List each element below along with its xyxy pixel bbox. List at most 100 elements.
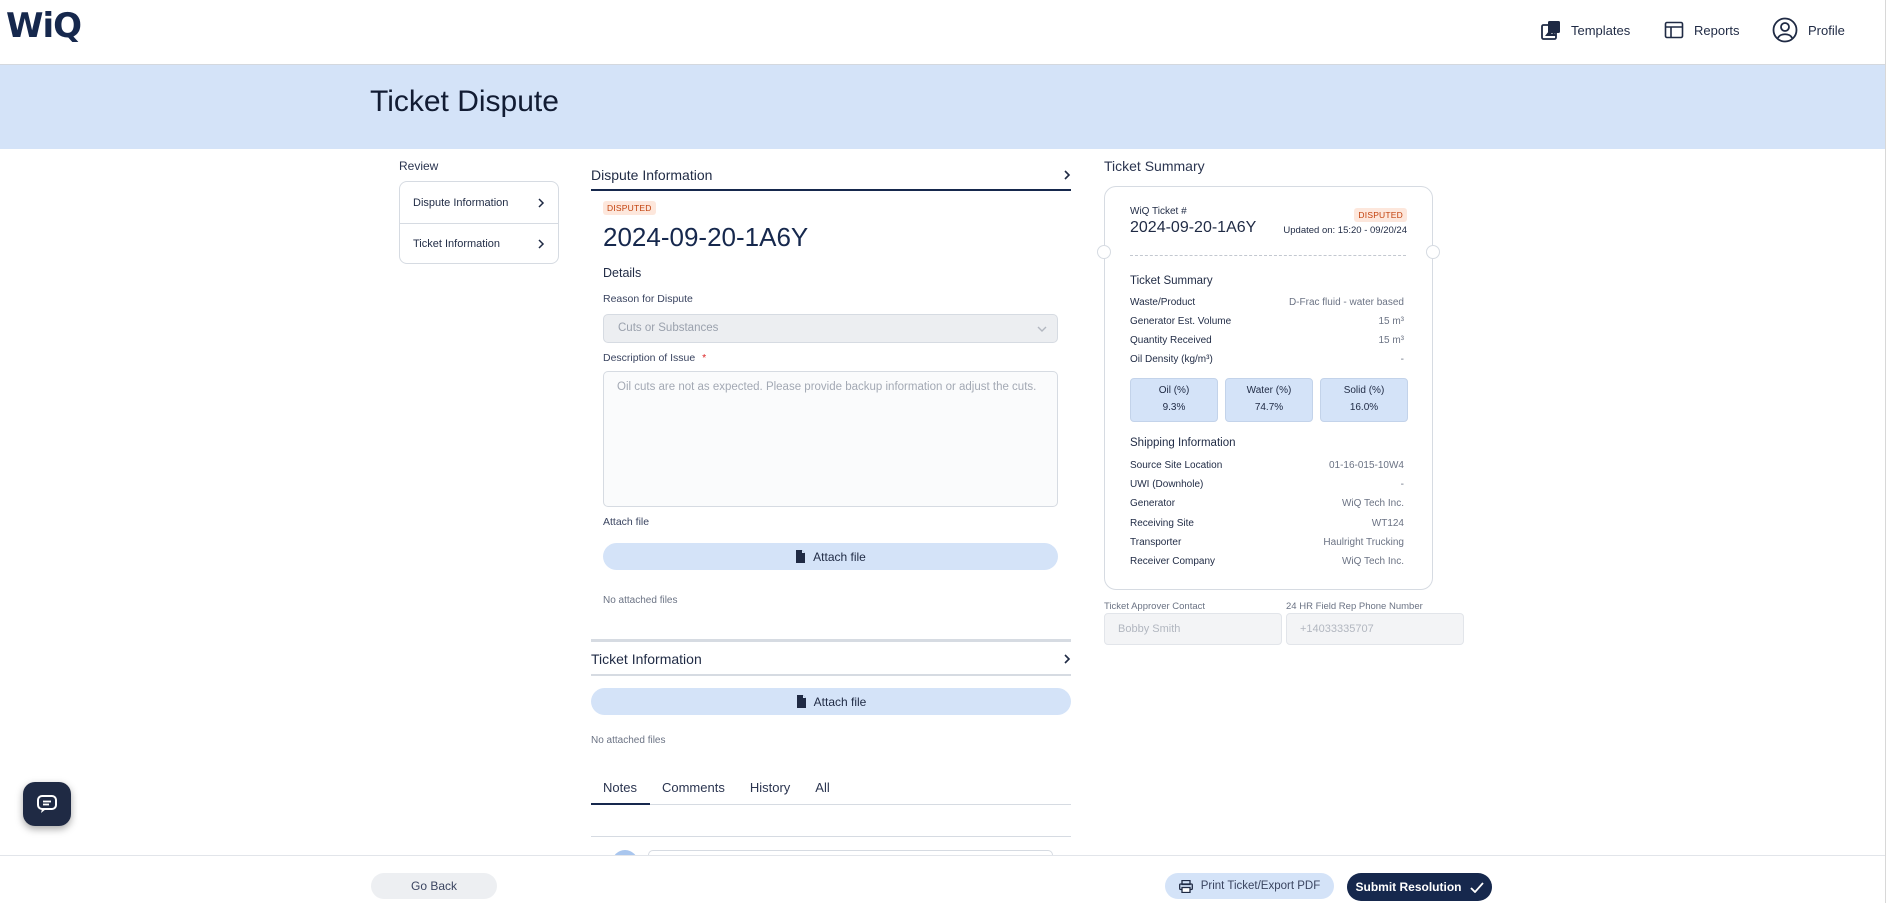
tab-history[interactable]: History — [738, 775, 803, 805]
file-icon — [796, 695, 806, 708]
dashed-divider — [1130, 255, 1406, 256]
summary-row-label: Oil Density (kg/m³) — [1130, 354, 1213, 365]
shipping-information-heading: Shipping Information — [1130, 437, 1236, 449]
go-back-button[interactable]: Go Back — [371, 873, 497, 899]
wiq-ticket-label: WiQ Ticket # — [1130, 206, 1187, 217]
section-title: Dispute Information — [591, 167, 713, 183]
tab-notes[interactable]: Notes — [591, 775, 650, 805]
shipping-row: Receiver Company WiQ Tech Inc. — [1130, 556, 1404, 567]
summary-row-label: Waste/Product — [1130, 297, 1196, 308]
details-heading: Details — [603, 266, 642, 280]
summary-row-value: 15 m³ — [1378, 335, 1404, 346]
profile-icon — [1772, 17, 1798, 43]
tab-all[interactable]: All — [803, 775, 842, 805]
top-navigation-bar: WiQ Templates Reports Profile — [0, 0, 1886, 65]
oil-cut-box: Oil (%) 9.3% — [1130, 378, 1218, 422]
shipping-row: Generator WiQ Tech Inc. — [1130, 498, 1404, 509]
chat-button[interactable] — [23, 782, 71, 826]
ticket-summary-card: WiQ Ticket # DISPUTED 2024-09-20-1A6Y Up… — [1097, 186, 1440, 590]
field-rep-phone-label: 24 HR Field Rep Phone Number — [1286, 601, 1423, 612]
field-rep-phone-field[interactable]: +14033335707 — [1286, 613, 1464, 645]
reports-icon — [1664, 21, 1684, 39]
description-label: Description of Issue * — [603, 352, 706, 364]
activity-tabs: Notes Comments History All — [591, 775, 1071, 805]
attach-file-button-label: Attach file — [813, 694, 867, 709]
no-attached-files-text: No attached files — [603, 595, 678, 606]
review-item-dispute-information[interactable]: Dispute Information — [400, 182, 558, 223]
nav-templates-link[interactable]: Templates — [1541, 17, 1630, 43]
reason-select[interactable]: Cuts or Substances — [603, 314, 1058, 343]
approver-contact-label: Ticket Approver Contact — [1104, 601, 1206, 612]
shipping-row-label: Generator — [1130, 498, 1176, 509]
summary-row-label: Generator Est. Volume — [1130, 316, 1232, 327]
attach-file-button[interactable]: Attach file — [603, 543, 1058, 570]
ticket-summary-title: Ticket Summary — [1104, 158, 1205, 174]
section-title: Ticket Information — [591, 651, 702, 667]
summary-ticket-number: 2024-09-20-1A6Y — [1130, 219, 1257, 236]
shipping-row-value: 01-16-015-10W4 — [1328, 460, 1404, 471]
status-badge: DISPUTED — [1354, 208, 1407, 222]
summary-row: Waste/Product D-Frac fluid - water based — [1130, 297, 1404, 308]
card-notch — [1426, 245, 1440, 259]
summary-row: Oil Density (kg/m³) - — [1130, 354, 1404, 365]
review-item-label: Dispute Information — [413, 196, 509, 209]
review-item-ticket-information[interactable]: Ticket Information — [400, 223, 558, 264]
printer-icon — [1178, 879, 1193, 893]
review-label: Review — [399, 159, 439, 173]
ticket-summary-heading: Ticket Summary — [1130, 275, 1213, 287]
shipping-row-label: Transporter — [1130, 537, 1182, 548]
ticket-information-header[interactable]: Ticket Information — [591, 644, 1071, 676]
file-icon — [796, 550, 806, 563]
shipping-row-label: Source Site Location — [1130, 460, 1223, 471]
shipping-row: Transporter Haulright Trucking — [1130, 537, 1404, 548]
shipping-row-label: Receiver Company — [1130, 556, 1216, 567]
nav-profile-label: Profile — [1808, 22, 1845, 38]
reason-label: Reason for Dispute — [603, 293, 693, 305]
nav-reports-link[interactable]: Reports — [1664, 17, 1740, 43]
shipping-row-value: Haulright Trucking — [1323, 537, 1404, 548]
dispute-status-badge-wrap: DISPUTED — [603, 198, 656, 216]
shipping-row-label: Receiving Site — [1130, 518, 1194, 529]
cut-value: 74.7% — [1254, 402, 1284, 413]
section-divider — [591, 639, 1071, 642]
page-title: Ticket Dispute — [370, 85, 559, 118]
tab-comments[interactable]: Comments — [650, 775, 738, 805]
summary-row-label: Quantity Received — [1130, 335, 1212, 346]
wiq-logo[interactable]: WiQ — [6, 6, 82, 46]
attach-file-button-label: Attach file — [813, 549, 866, 564]
cut-label: Water (%) — [1246, 385, 1292, 396]
submit-resolution-label: Submit Resolution — [1355, 880, 1462, 894]
shipping-row: UWI (Downhole) - — [1130, 479, 1404, 490]
review-item-label: Ticket Information — [413, 238, 501, 250]
approver-contact-field[interactable]: Bobby Smith — [1104, 613, 1282, 645]
shipping-row-value: - — [1400, 479, 1404, 490]
ticket-number: 2024-09-20-1A6Y — [603, 222, 809, 252]
chevron-right-icon — [538, 197, 545, 208]
print-ticket-button[interactable]: Print Ticket/Export PDF — [1165, 873, 1334, 899]
status-badge: DISPUTED — [603, 201, 656, 215]
chevron-right-icon — [1064, 170, 1071, 180]
cut-label: Solid (%) — [1343, 385, 1385, 396]
water-cut-box: Water (%) 74.7% — [1225, 378, 1313, 422]
ticket-attach-file-button[interactable]: Attach file — [591, 688, 1071, 715]
attach-file-label: Attach file — [603, 516, 650, 528]
page-header-banner: Ticket Dispute — [0, 65, 1886, 149]
cut-value: 9.3% — [1162, 402, 1186, 413]
description-textarea[interactable]: Oil cuts are not as expected. Please pro… — [603, 371, 1058, 507]
templates-icon — [1541, 21, 1560, 40]
dispute-information-header[interactable]: Dispute Information — [591, 161, 1071, 191]
required-mark: * — [702, 352, 707, 364]
cut-value: 16.0% — [1349, 402, 1379, 413]
chevron-down-icon — [1037, 326, 1047, 332]
submit-resolution-button[interactable]: Submit Resolution — [1347, 873, 1492, 901]
summary-row: Quantity Received 15 m³ — [1130, 335, 1404, 346]
nav-templates-label: Templates — [1571, 22, 1631, 38]
review-navigation: Dispute Information Ticket Information — [399, 181, 559, 264]
solid-cut-box: Solid (%) 16.0% — [1320, 378, 1408, 422]
nav-reports-label: Reports — [1694, 22, 1740, 38]
updated-timestamp: Updated on: 15:20 - 09/20/24 — [1283, 225, 1407, 236]
description-label-text: Description of Issue — [603, 352, 696, 364]
nav-profile-link[interactable]: Profile — [1772, 17, 1845, 43]
reason-select-value: Cuts or Substances — [618, 322, 719, 334]
checkmark-icon — [1469, 881, 1484, 893]
